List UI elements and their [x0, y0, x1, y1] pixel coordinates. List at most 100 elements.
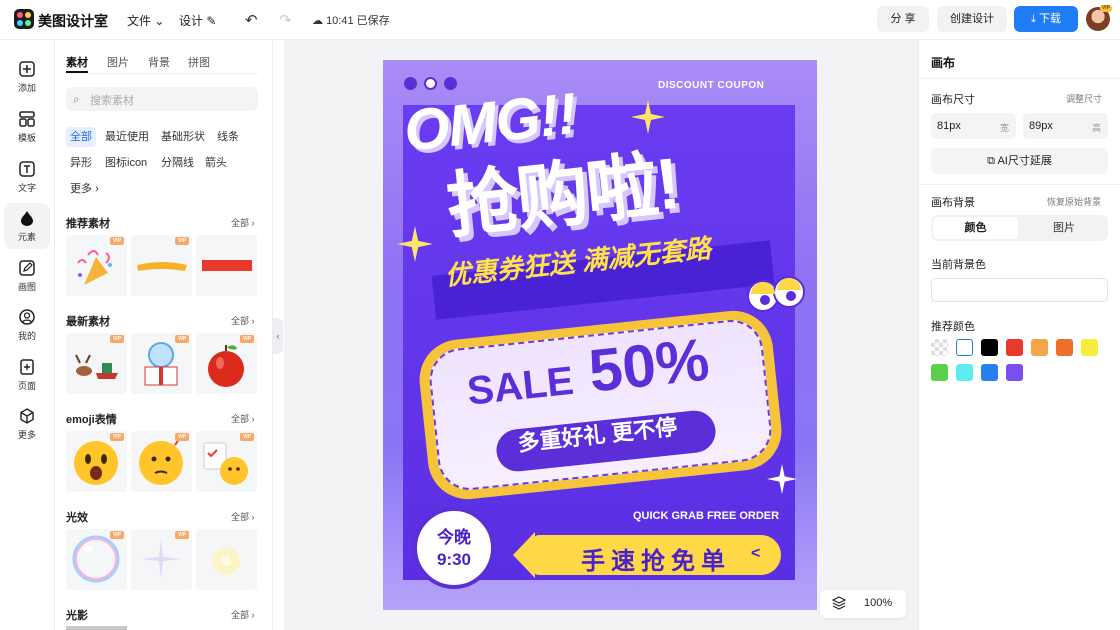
divider: [919, 78, 1120, 79]
current-bg-color-field[interactable]: [931, 278, 1108, 302]
section-all-label: 全部: [231, 218, 250, 228]
asset-shadow-preview[interactable]: [66, 626, 127, 630]
ai-extend-label: AI尺寸延展: [997, 155, 1052, 167]
width-value: 81px: [937, 120, 961, 132]
chip-arrows[interactable]: 箭头: [201, 153, 231, 173]
swatch-transparent[interactable]: [931, 339, 948, 356]
swatch-orange[interactable]: [1056, 339, 1073, 356]
nav-item-mine[interactable]: 我的: [4, 302, 50, 348]
zoom-level[interactable]: 100%: [864, 597, 892, 609]
cube-icon: [20, 408, 34, 424]
nav-item-draw[interactable]: 画图: [4, 253, 50, 299]
nav-item-page[interactable]: 页面: [4, 352, 50, 398]
asset-party-popper[interactable]: VIP: [66, 235, 127, 296]
avatar-vip-badge: VIP: [1100, 5, 1112, 12]
chip-basic-shapes[interactable]: 基础形状: [157, 127, 209, 147]
chip-icons[interactable]: 图标icon: [101, 153, 151, 173]
cloud-icon: ☁: [312, 15, 323, 27]
asset-glow[interactable]: [196, 529, 257, 590]
chip-more[interactable]: 更多 ›: [66, 179, 103, 199]
asset-scared-emoji[interactable]: VIP: [66, 431, 127, 492]
star-icon: [397, 226, 433, 262]
chip-all[interactable]: 全部: [66, 127, 96, 147]
recommended-colors-label: 推荐颜色: [931, 321, 975, 333]
layers-icon[interactable]: [832, 596, 846, 610]
poster-canvas[interactable]: DISCOUNT COUPON OMG!! 抢购啦! 优惠券狂送 满减无套路 S…: [383, 60, 817, 610]
redo-icon[interactable]: ↷: [279, 11, 292, 29]
nav-item-text[interactable]: 文字: [4, 154, 50, 200]
poster-quick-text[interactable]: QUICK GRAB FREE ORDER: [633, 510, 779, 522]
section-title-light-effects: 光效: [66, 512, 88, 524]
tab-bg-image[interactable]: 图片: [1022, 217, 1106, 239]
swatch-white[interactable]: [956, 339, 973, 356]
section-all-link[interactable]: 全部 ›: [231, 314, 255, 327]
asset-reindeer-sleigh[interactable]: VIP: [66, 333, 127, 394]
glow-icon: [212, 547, 240, 575]
poster-cta-arrow: [513, 532, 535, 578]
poster-coupon-title[interactable]: DISCOUNT COUPON: [658, 80, 764, 91]
tab-images[interactable]: 图片: [107, 54, 129, 70]
asset-bubble[interactable]: VIP: [66, 529, 127, 590]
tab-materials[interactable]: 素材: [66, 54, 88, 70]
divider: [919, 184, 1120, 185]
poster-cta-text[interactable]: 手速抢免单: [581, 541, 731, 576]
chip-dividers[interactable]: 分隔线: [157, 153, 198, 173]
ai-extend-button[interactable]: ⧉ AI尺寸延展: [931, 148, 1108, 174]
section-all-label: 全部: [231, 316, 250, 326]
swatch-black[interactable]: [981, 339, 998, 356]
nav-item-template[interactable]: 模板: [4, 104, 50, 150]
nav-item-add[interactable]: 添加: [4, 54, 50, 100]
nav-item-label: 更多: [17, 430, 36, 440]
width-unit: 宽: [1000, 123, 1010, 133]
undo-icon[interactable]: ↶: [245, 11, 258, 29]
height-unit: 高: [1092, 123, 1102, 133]
asset-apple[interactable]: VIP: [196, 333, 257, 394]
section-all-link[interactable]: 全部 ›: [231, 216, 255, 229]
swatch-green[interactable]: [931, 364, 948, 381]
asset-checklist-emoji[interactable]: VIP: [196, 431, 257, 492]
swatch-red[interactable]: [1006, 339, 1023, 356]
nav-item-more[interactable]: 更多: [4, 401, 50, 447]
tab-bg-color[interactable]: 颜色: [933, 217, 1018, 239]
file-menu[interactable]: 文件 ⌄: [127, 12, 164, 29]
tab-collage[interactable]: 拼图: [188, 54, 210, 70]
template-icon: [19, 111, 35, 127]
section-title-recommended: 推荐素材: [66, 218, 110, 230]
star-icon: [767, 464, 797, 494]
vip-badge: VIP: [110, 433, 124, 441]
swatch-yellow[interactable]: [1081, 339, 1098, 356]
swatch-blue[interactable]: [981, 364, 998, 381]
share-button[interactable]: 分 享: [877, 6, 929, 32]
asset-gift-globe[interactable]: VIP: [131, 333, 192, 394]
chip-recent[interactable]: 最近使用: [101, 127, 153, 147]
collapse-panel-handle[interactable]: ‹: [273, 318, 283, 354]
vip-badge: VIP: [240, 433, 254, 441]
design-menu[interactable]: 设计 ✎: [179, 12, 216, 29]
nav-item-label: 画图: [17, 282, 36, 292]
restore-bg-link[interactable]: 恢复原始背景: [1047, 195, 1101, 208]
swatch-purple[interactable]: [1006, 364, 1023, 381]
poster-time-badge[interactable]: 今晚 9:30: [413, 507, 495, 589]
chip-lines[interactable]: 线条: [213, 127, 243, 147]
section-all-link[interactable]: 全部 ›: [231, 510, 255, 523]
shapes-icon: [21, 211, 33, 226]
section-all-link[interactable]: 全部 ›: [231, 412, 255, 425]
vip-badge: VIP: [240, 335, 254, 343]
adjust-size-link[interactable]: 调整尺寸: [1066, 92, 1102, 105]
vip-badge: VIP: [175, 531, 189, 539]
swatch-cyan[interactable]: [956, 364, 973, 381]
asset-red-bar[interactable]: [196, 235, 257, 296]
swatch-light-orange[interactable]: [1031, 339, 1048, 356]
section-all-link[interactable]: 全部 ›: [231, 608, 255, 621]
tab-backgrounds[interactable]: 背景: [148, 54, 170, 70]
poster-sale-value: 50%: [585, 325, 713, 405]
asset-sparkle[interactable]: VIP: [131, 529, 192, 590]
chip-irregular[interactable]: 异形: [66, 153, 96, 173]
create-design-button[interactable]: 创建设计: [937, 6, 1007, 32]
search-placeholder: 搜索素材: [90, 95, 134, 107]
nav-item-elements[interactable]: 元素: [4, 203, 50, 249]
app-logo-icon[interactable]: [14, 9, 34, 29]
download-button[interactable]: ⤓ 下载: [1014, 6, 1078, 32]
asset-yellow-stroke[interactable]: VIP: [131, 235, 192, 296]
asset-thinking-emoji[interactable]: VIP: [131, 431, 192, 492]
